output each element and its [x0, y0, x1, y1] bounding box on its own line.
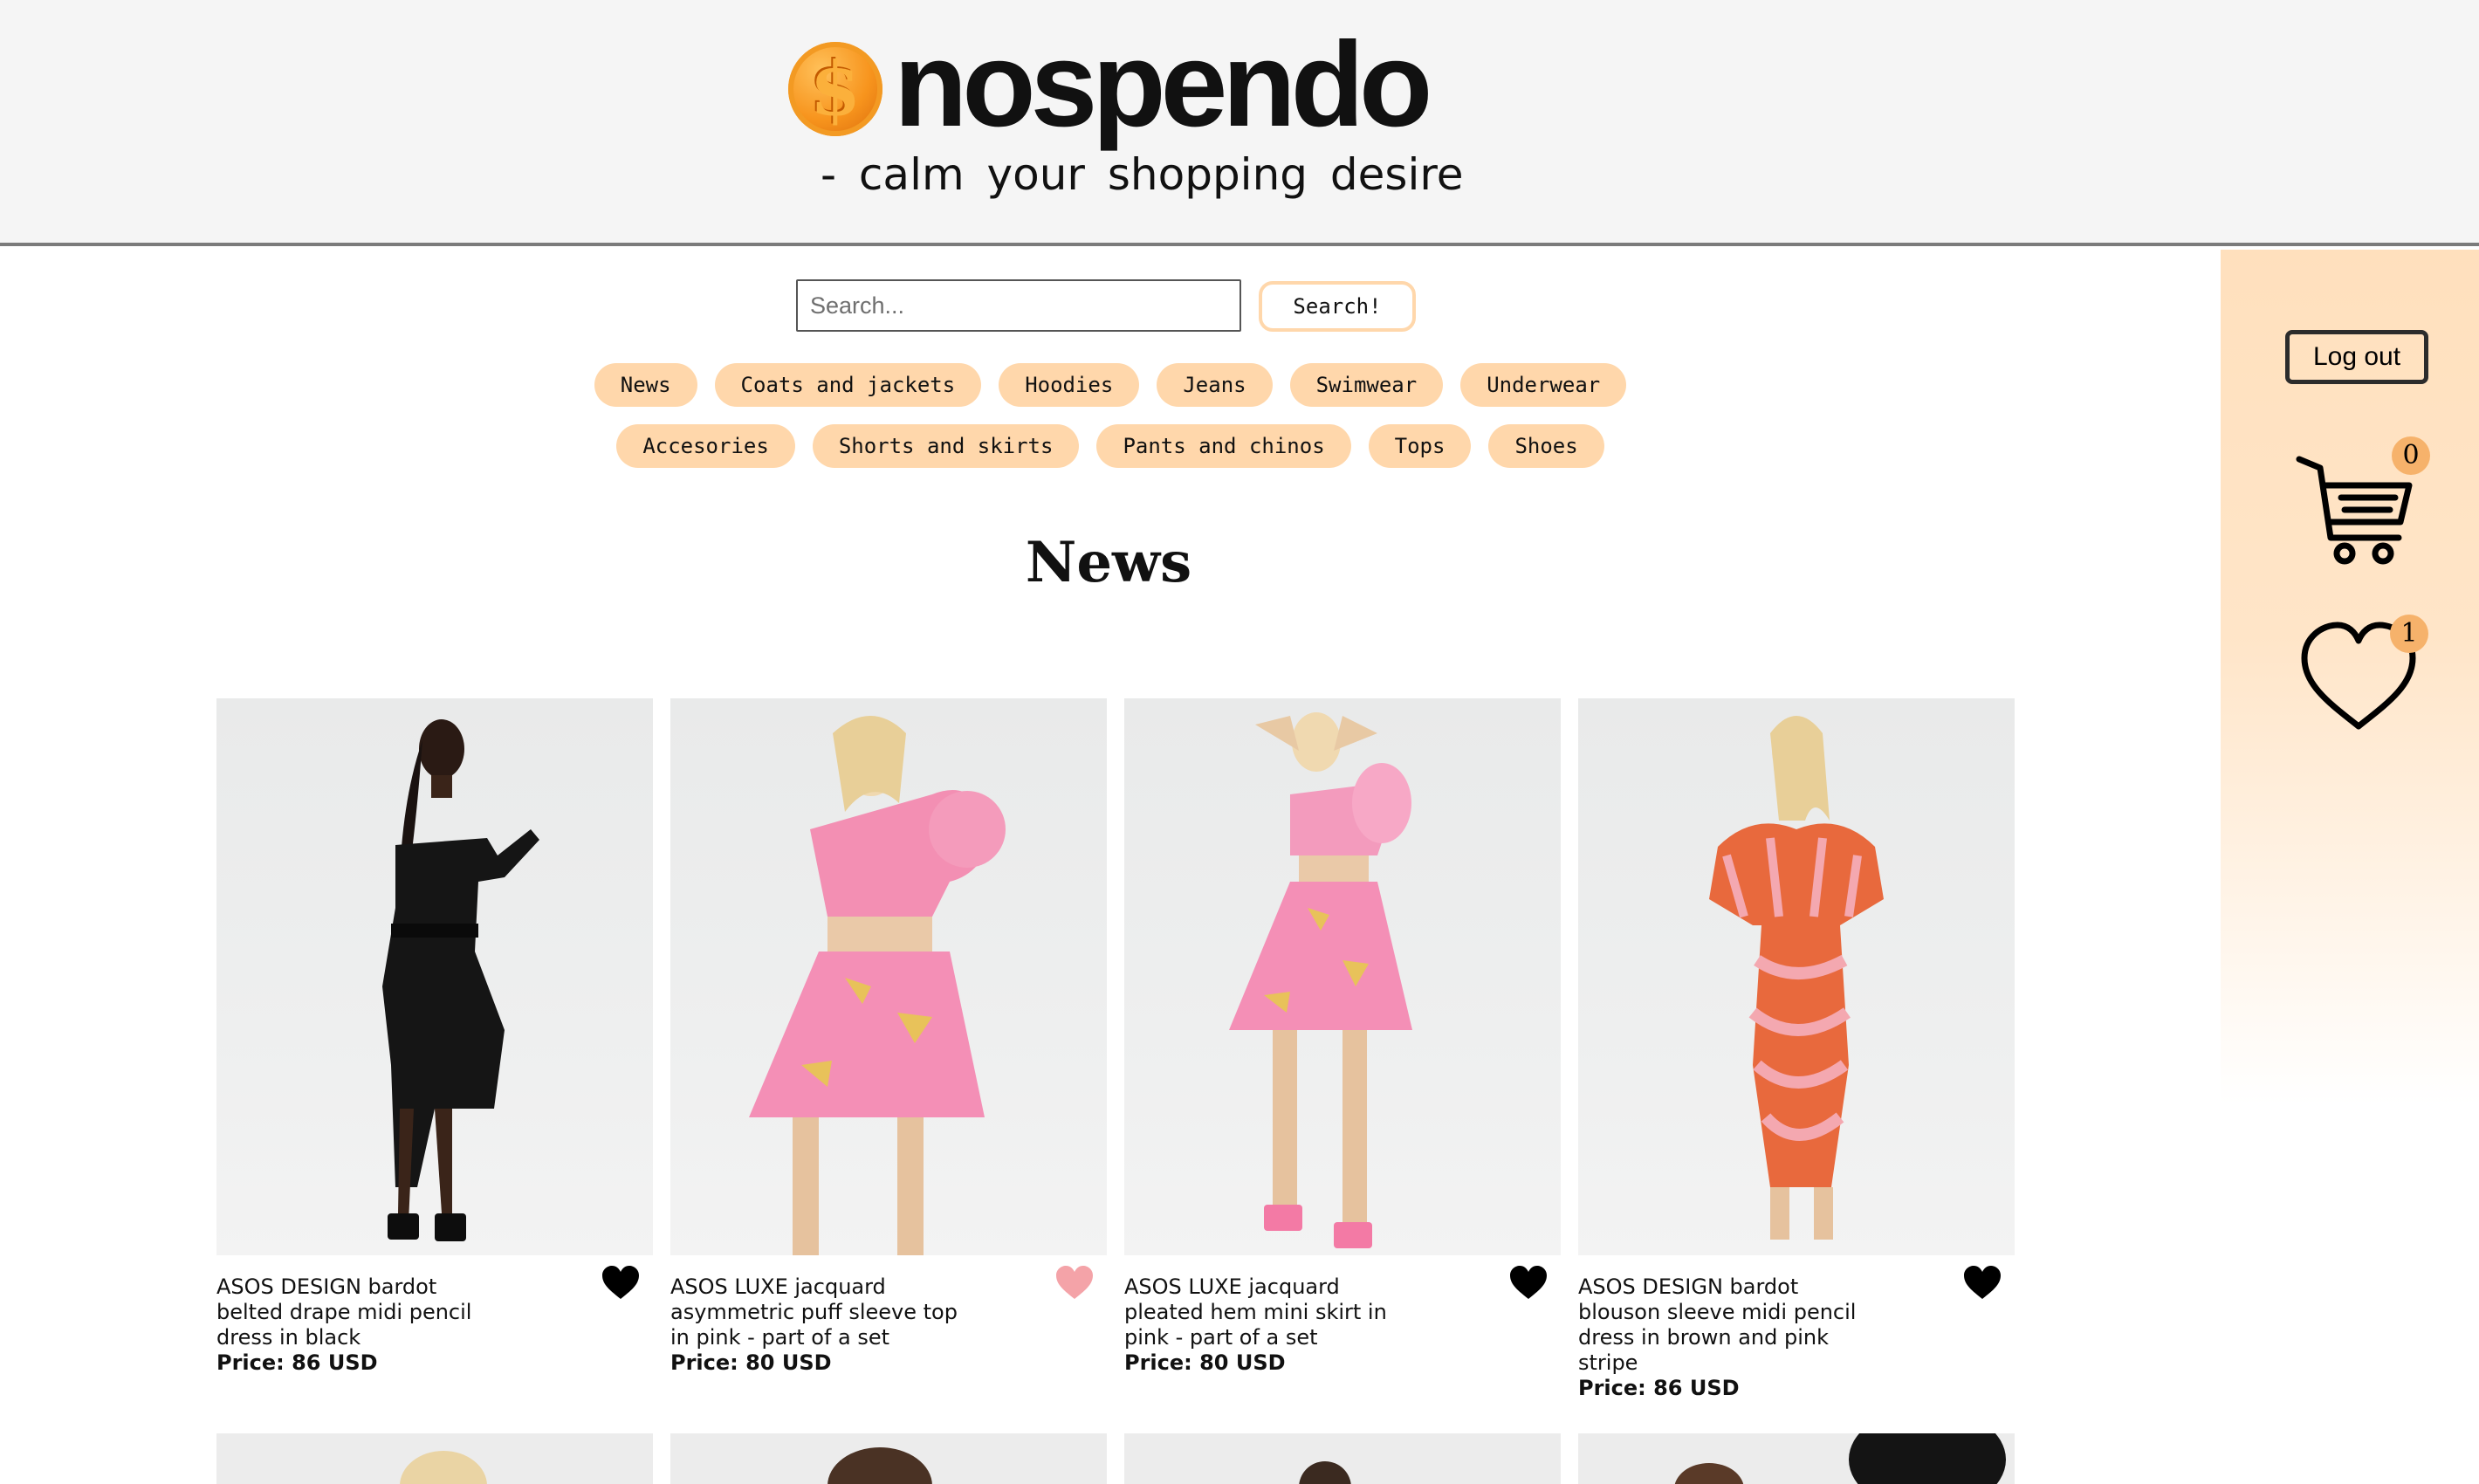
product-image	[670, 1433, 1107, 1484]
product-info: ASOS DESIGN bardot blouson sleeve midi p…	[1578, 1274, 1866, 1401]
product-info: ASOS DESIGN bardot belted drape midi pen…	[216, 1274, 505, 1376]
category-shoes[interactable]: Shoes	[1488, 424, 1604, 468]
product-photo-striped-dress	[1709, 716, 1884, 1240]
category-nav-row-2: Accesories Shorts and skirts Pants and c…	[0, 424, 2221, 468]
favorites-button[interactable]: 1	[2297, 615, 2428, 740]
product-card[interactable]: ASOS LUXE jacquard asymmetric puff sleev…	[670, 698, 1107, 1375]
product-photo-pink-top	[749, 716, 1006, 1255]
cart-count-badge: 0	[2392, 436, 2430, 475]
category-hoodies[interactable]: Hoodies	[999, 363, 1140, 407]
product-name: ASOS DESIGN bardot belted drape midi pen…	[216, 1274, 472, 1350]
logout-button[interactable]: Log out	[2285, 330, 2428, 384]
product-info: ASOS LUXE jacquard asymmetric puff sleev…	[670, 1274, 958, 1376]
heart-filled-icon[interactable]	[1054, 1264, 1095, 1301]
tagline: - calm your shopping desire	[821, 149, 1464, 200]
product-name: ASOS LUXE jacquard asymmetric puff sleev…	[670, 1274, 958, 1350]
product-card-partial[interactable]	[216, 1433, 653, 1484]
category-underwear[interactable]: Underwear	[1460, 363, 1627, 407]
product-card-partial[interactable]	[1124, 1433, 1561, 1484]
category-coats-and-jackets[interactable]: Coats and jackets	[714, 363, 982, 407]
product-image[interactable]	[216, 698, 653, 1255]
product-image	[1124, 1433, 1561, 1484]
category-pants-and-chinos[interactable]: Pants and chinos	[1096, 424, 1351, 468]
dollar-coin-icon[interactable]: $	[788, 42, 882, 136]
product-card[interactable]: ASOS DESIGN bardot blouson sleeve midi p…	[1578, 698, 2015, 1400]
category-shorts-and-skirts[interactable]: Shorts and skirts	[812, 424, 1080, 468]
user-sidebar: Log out 0 1	[2221, 250, 2479, 1105]
category-jeans[interactable]: Jeans	[1157, 363, 1273, 407]
product-price: Price: 80 USD	[670, 1350, 832, 1375]
category-nav-row-1: News Coats and jackets Hoodies Jeans Swi…	[0, 363, 2221, 407]
product-image	[216, 1433, 653, 1484]
site-header: $ nospendo - calm your shopping desire	[0, 0, 2479, 246]
product-info: ASOS LUXE jacquard pleated hem mini skir…	[1124, 1274, 1412, 1376]
heart-filled-icon[interactable]	[1508, 1264, 1549, 1301]
product-image	[1578, 1433, 2015, 1484]
product-image[interactable]	[1578, 698, 2015, 1255]
product-image[interactable]	[1124, 698, 1561, 1255]
product-card-partial[interactable]	[670, 1433, 1107, 1484]
category-swimwear[interactable]: Swimwear	[1289, 363, 1444, 407]
product-name: ASOS LUXE jacquard pleated hem mini skir…	[1124, 1274, 1387, 1350]
product-photo-pink-skirt	[1229, 712, 1412, 1248]
search-input[interactable]	[796, 279, 1241, 332]
favorites-count-badge: 1	[2390, 615, 2428, 653]
heart-filled-icon[interactable]	[601, 1264, 641, 1301]
coin-symbol: $	[809, 45, 862, 132]
product-card-partial[interactable]	[1578, 1433, 2015, 1484]
heart-filled-icon[interactable]	[1962, 1264, 2002, 1301]
page-title: News	[1025, 530, 1192, 595]
category-accesories[interactable]: Accesories	[616, 424, 795, 468]
product-price: Price: 86 USD	[216, 1350, 378, 1375]
product-name: ASOS DESIGN bardot blouson sleeve midi p…	[1578, 1274, 1857, 1375]
product-price: Price: 80 USD	[1124, 1350, 1286, 1375]
cart-button[interactable]: 0	[2292, 436, 2430, 573]
product-photo-black-dress	[382, 719, 539, 1241]
product-card[interactable]: ASOS LUXE jacquard pleated hem mini skir…	[1124, 698, 1561, 1375]
logo-wordmark[interactable]: nospendo	[894, 19, 1432, 150]
category-tops[interactable]: Tops	[1368, 424, 1472, 468]
product-card[interactable]: ASOS DESIGN bardot belted drape midi pen…	[216, 698, 653, 1375]
search-button[interactable]: Search!	[1259, 281, 1416, 332]
category-news[interactable]: News	[594, 363, 697, 407]
product-image[interactable]	[670, 698, 1107, 1255]
product-price: Price: 86 USD	[1578, 1376, 1740, 1400]
